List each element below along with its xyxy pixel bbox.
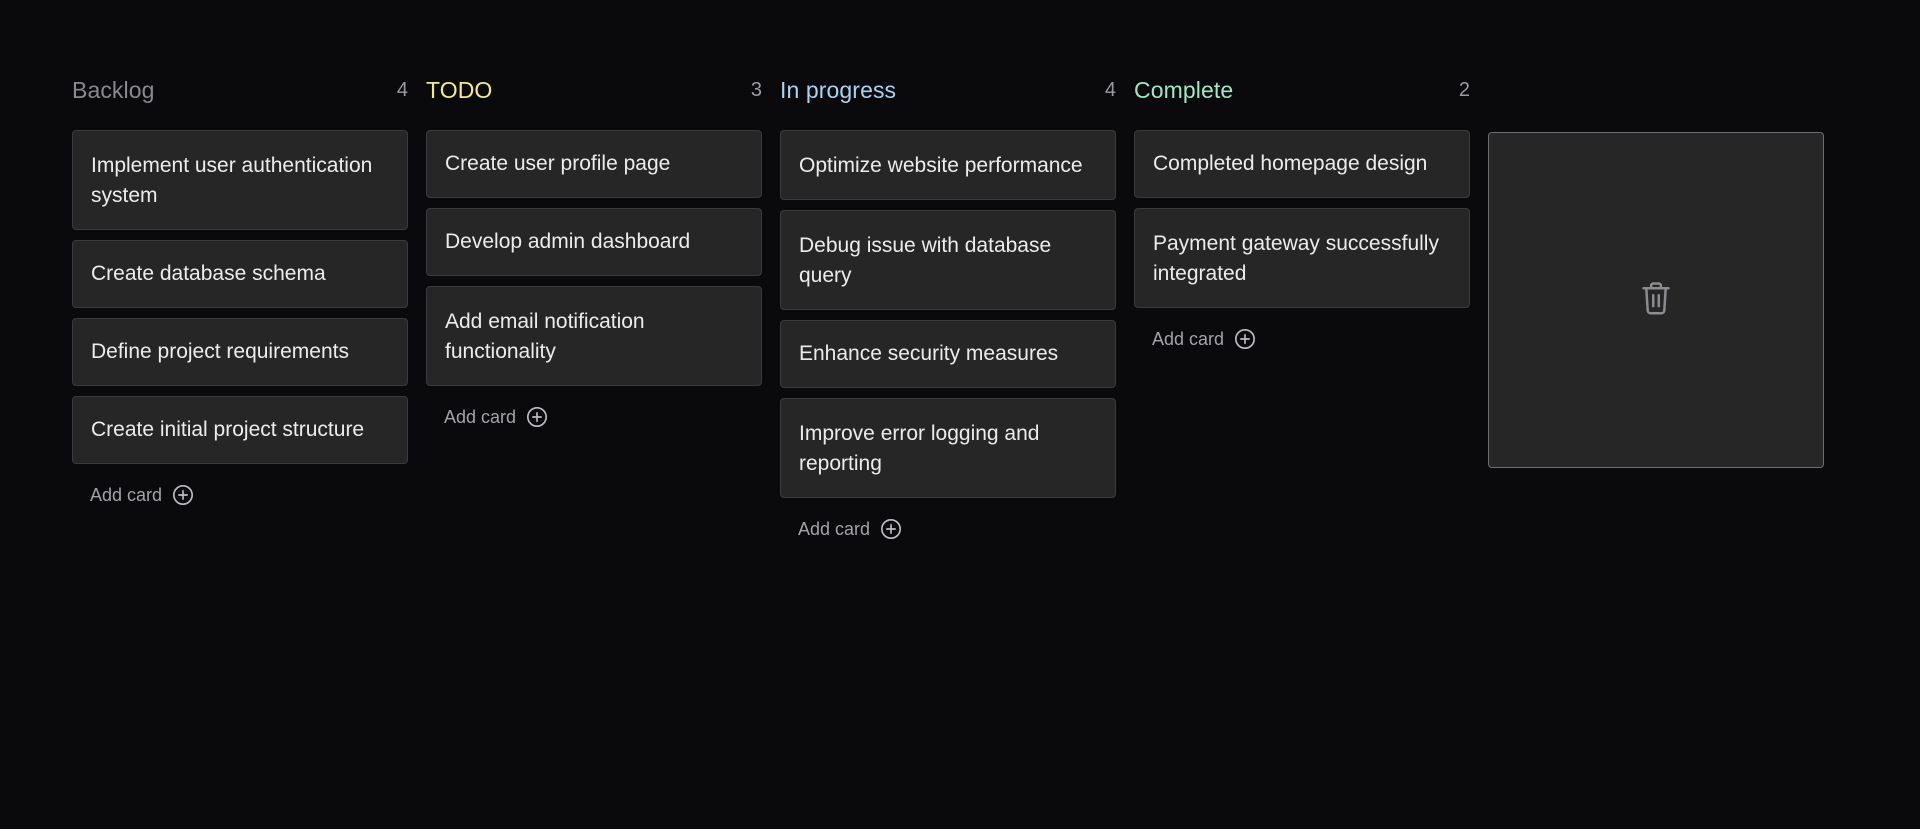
card[interactable]: Optimize website performance [780, 130, 1116, 200]
column-in-progress: In progress 4 Optimize website performan… [780, 72, 1116, 542]
column-count: 4 [1104, 78, 1116, 101]
card[interactable]: Implement user authentication system [72, 130, 408, 230]
plus-circle-icon [172, 484, 194, 506]
card[interactable]: Develop admin dashboard [426, 208, 762, 276]
column-title: In progress [780, 76, 897, 103]
card-list: Implement user authentication system Cre… [72, 130, 408, 464]
column-todo: TODO 3 Create user profile page Develop … [426, 72, 762, 430]
add-card-label: Add card [798, 518, 871, 539]
column-count: 2 [1458, 78, 1470, 101]
column-title: Complete [1134, 76, 1234, 103]
column-complete: Complete 2 Completed homepage design Pay… [1134, 72, 1470, 352]
card[interactable]: Create user profile page [426, 130, 762, 198]
add-card-button[interactable]: Add card [780, 516, 1116, 542]
add-card-button[interactable]: Add card [426, 404, 762, 430]
column-count: 3 [750, 78, 762, 101]
column-header: TODO 3 [426, 72, 762, 108]
add-card-label: Add card [1152, 328, 1225, 349]
card[interactable]: Debug issue with database query [780, 210, 1116, 310]
plus-circle-icon [526, 406, 548, 428]
trash-drop-zone[interactable] [1488, 132, 1824, 468]
column-backlog: Backlog 4 Implement user authentication … [72, 72, 408, 508]
card-list: Create user profile page Develop admin d… [426, 130, 762, 386]
column-header: In progress 4 [780, 72, 1116, 108]
card-list: Completed homepage design Payment gatewa… [1134, 130, 1470, 308]
column-header: Complete 2 [1134, 72, 1470, 108]
add-card-label: Add card [444, 406, 517, 427]
card[interactable]: Improve error logging and reporting [780, 398, 1116, 498]
add-card-label: Add card [90, 484, 163, 505]
card[interactable]: Create database schema [72, 240, 408, 308]
card[interactable]: Add email notification functionality [426, 286, 762, 386]
card-list: Optimize website performance Debug issue… [780, 130, 1116, 498]
column-header: Backlog 4 [72, 72, 408, 108]
card[interactable]: Completed homepage design [1134, 130, 1470, 198]
column-title: TODO [426, 76, 493, 103]
card[interactable]: Payment gateway successfully integrated [1134, 208, 1470, 308]
plus-circle-icon [1234, 328, 1256, 350]
column-title: Backlog [72, 76, 155, 103]
card[interactable]: Enhance security measures [780, 320, 1116, 388]
card[interactable]: Create initial project structure [72, 396, 408, 464]
plus-circle-icon [880, 518, 902, 540]
column-count: 4 [396, 78, 408, 101]
add-card-button[interactable]: Add card [1134, 326, 1470, 352]
card[interactable]: Define project requirements [72, 318, 408, 386]
trash-icon [1639, 280, 1673, 321]
add-card-button[interactable]: Add card [72, 482, 408, 508]
kanban-board: Backlog 4 Implement user authentication … [0, 0, 1920, 829]
